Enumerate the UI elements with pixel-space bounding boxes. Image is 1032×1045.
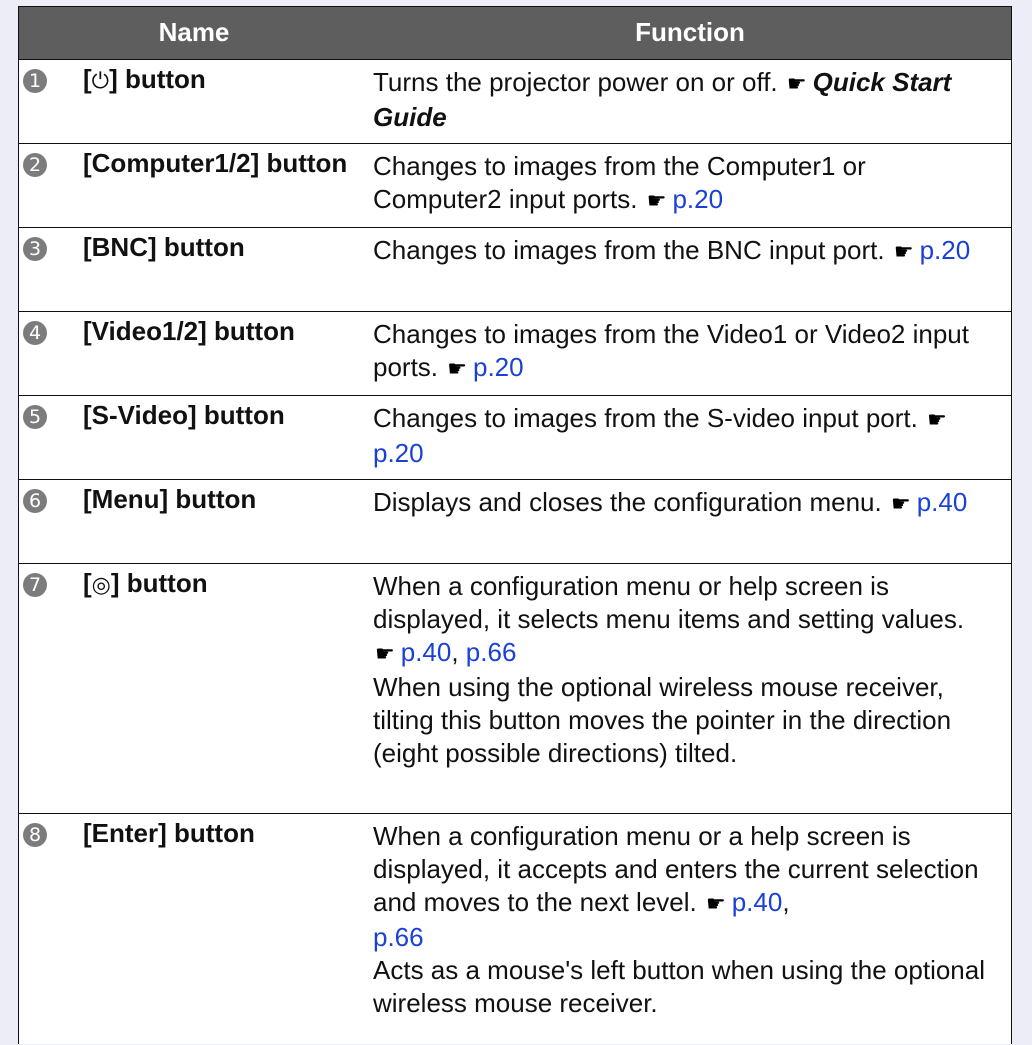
page-link[interactable]: p.66 — [466, 637, 517, 667]
page-link[interactable]: p.40 — [732, 887, 783, 917]
row-function: Changes to images from the Computer1 or … — [373, 151, 866, 214]
row-number-badge: 6 — [23, 489, 47, 513]
row-number-badge: 5 — [23, 405, 47, 429]
hand-pointing-right-icon: ☛ — [705, 892, 726, 917]
table-row: 8 [Enter] button When a configuration me… — [19, 813, 1011, 1045]
row-name: [◎] button — [83, 568, 208, 598]
row-name: [⏻] button — [83, 64, 206, 94]
table-row: 6 [Menu] button Displays and closes the … — [19, 479, 1011, 563]
row-function-note: Acts as a mouse's left button when using… — [373, 955, 986, 1018]
header-name: Name — [158, 17, 230, 47]
row-number-badge: 2 — [23, 153, 47, 177]
hand-pointing-right-icon: ☛ — [927, 408, 947, 433]
row-name: [Menu] button — [83, 484, 257, 514]
row-name: [Video1/2] button — [83, 316, 295, 346]
page-link[interactable]: p.40 — [401, 637, 452, 667]
table-row: 4 [Video1/2] button Changes to images fr… — [19, 311, 1011, 395]
row-function: Changes to images from the Video1 or Vid… — [373, 319, 969, 382]
page-link[interactable]: p.20 — [473, 352, 524, 382]
row-name: [S-Video] button — [83, 400, 285, 430]
direction-pad-icon: ◎ — [91, 573, 111, 598]
row-number-badge: 7 — [23, 573, 47, 597]
table-header: Name Function — [19, 7, 1011, 59]
row-function: Changes to images from the BNC input por… — [373, 235, 971, 265]
row-number-badge: 8 — [23, 823, 47, 847]
page-link[interactable]: p.66 — [373, 921, 998, 954]
row-name: [Enter] button — [83, 818, 255, 848]
power-icon: ⏻ — [91, 69, 110, 94]
table-row: 7 [◎] button When a configuration menu o… — [19, 563, 1011, 813]
table-row: 1 [⏻] button Turns the projector power o… — [19, 59, 1011, 143]
row-name: [Computer1/2] button — [83, 148, 348, 178]
row-number-badge: 3 — [23, 237, 47, 261]
row-name: [BNC] button — [83, 232, 245, 262]
page-link[interactable]: p.20 — [373, 438, 424, 468]
row-function: Displays and closes the configuration me… — [373, 487, 968, 517]
hand-pointing-right-icon: ☛ — [375, 642, 395, 667]
table-row: 2 [Computer1/2] button Changes to images… — [19, 143, 1011, 227]
row-function: Changes to images from the S-video input… — [373, 403, 947, 468]
row-function-note: When using the optional wireless mouse r… — [373, 672, 952, 768]
page-link[interactable]: p.20 — [672, 184, 723, 214]
hand-pointing-right-icon: ☛ — [447, 357, 467, 382]
row-number-badge: 4 — [23, 321, 47, 345]
row-function: When a configuration menu or help screen… — [373, 570, 998, 770]
hand-pointing-right-icon: ☛ — [646, 189, 667, 214]
hand-pointing-right-icon: ☛ — [786, 72, 807, 97]
header-function: Function — [635, 17, 745, 47]
hand-pointing-right-icon: ☛ — [893, 240, 914, 265]
hand-pointing-right-icon: ☛ — [890, 492, 911, 517]
table-row: 5 [S-Video] button Changes to images fro… — [19, 395, 1011, 479]
button-function-table: Name Function 1 [⏻] button Turns the pro… — [18, 6, 1012, 1044]
row-function: When a configuration menu or a help scre… — [373, 820, 998, 1020]
row-function: Turns the projector power on or off. ☛ Qu… — [373, 67, 952, 132]
row-number-badge: 1 — [23, 69, 47, 93]
table-row: 3 [BNC] button Changes to images from th… — [19, 227, 1011, 311]
page-link[interactable]: p.40 — [917, 487, 968, 517]
page-link[interactable]: p.20 — [920, 235, 971, 265]
